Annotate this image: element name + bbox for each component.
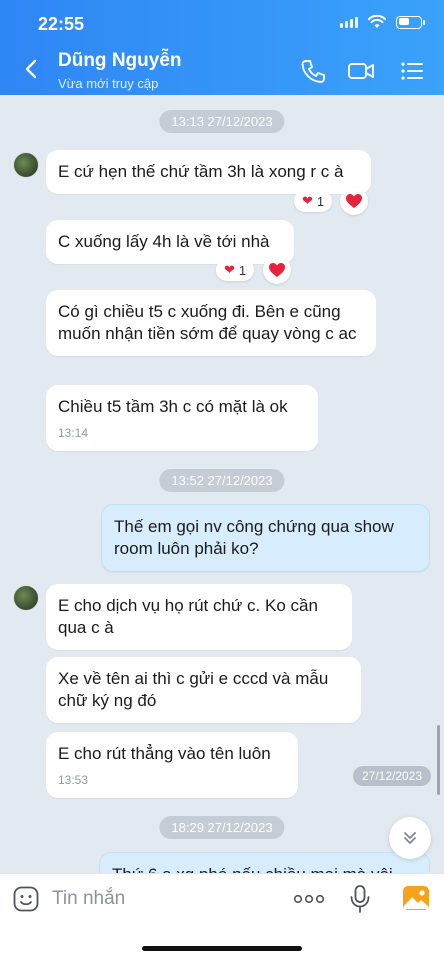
my-message-bubble[interactable]: Thứ 6 a xg phé nếu chiều mai mà vội xyxy=(99,852,430,873)
message-text: Thế em gọi nv công chứng qua show room l… xyxy=(114,517,394,558)
heart-icon xyxy=(346,194,362,208)
wifi-icon xyxy=(368,15,386,28)
message-text: E cho dịch vụ họ rút chứ c. Ko cần qua c… xyxy=(58,596,318,637)
heart-reaction-button[interactable] xyxy=(340,187,368,215)
chat-area[interactable]: 13:13 27/12/2023 E cứ hẹn thế chứ tầm 3h… xyxy=(0,95,444,873)
sticker-icon[interactable] xyxy=(12,885,40,913)
message-text: Chiều t5 tầm 3h c có mặt là ok xyxy=(58,397,288,416)
double-chevron-down-icon xyxy=(404,832,416,844)
input-bar: Tin nhắn xyxy=(0,873,444,960)
time-stamp: 18:29 27/12/2023 xyxy=(159,816,285,839)
video-camera-icon[interactable] xyxy=(347,58,375,84)
heart-icon: ❤ xyxy=(302,193,313,208)
message-bubble[interactable]: Có gì chiều t5 c xuống đi. Bên e cũng mu… xyxy=(46,290,376,356)
message-bubble[interactable]: Chiều t5 tầm 3h c có mặt là ok 13:14 xyxy=(46,385,318,451)
phone-icon[interactable] xyxy=(300,58,326,84)
message-text: Xe về tên ai thì c gửi e cccd và mẫu chữ… xyxy=(58,669,329,710)
message-bubble[interactable]: E cho rút thẳng vào tên luôn 13:53 xyxy=(46,732,298,798)
battery-icon xyxy=(396,15,425,29)
reaction-summary[interactable]: ❤ 1 xyxy=(294,190,333,212)
time-stamp: 13:13 27/12/2023 xyxy=(159,110,285,133)
message-bubble[interactable]: Xe về tên ai thì c gửi e cccd và mẫu chữ… xyxy=(46,657,361,723)
message-text: Thứ 6 a xg phé nếu chiều mai mà vội xyxy=(112,865,393,873)
message-text: E cứ hẹn thế chứ tầm 3h là xong r c à xyxy=(58,162,344,181)
time-stamp: 13:52 27/12/2023 xyxy=(159,469,285,492)
message-bubble[interactable]: C xuống lấy 4h là về tới nhà xyxy=(46,220,294,264)
more-icon[interactable] xyxy=(293,894,325,904)
header-bar: 22:55 Dũng Nguyễn Vừa mới truy cập xyxy=(0,0,444,95)
message-text: C xuống lấy 4h là về tới nhà xyxy=(58,232,270,251)
signal-icon xyxy=(340,16,358,28)
message-text: Có gì chiều t5 c xuống đi. Bên e cũng mu… xyxy=(58,302,357,343)
image-icon[interactable] xyxy=(402,885,430,911)
contact-name[interactable]: Dũng Nguyễn xyxy=(58,50,182,72)
scroll-down-button[interactable] xyxy=(389,817,431,859)
message-time: 13:14 xyxy=(58,426,89,440)
heart-icon: ❤ xyxy=(224,262,235,277)
reaction-count: 1 xyxy=(316,193,325,209)
date-pill: 27/12/2023 xyxy=(353,766,432,786)
message-bubble[interactable]: E cứ hẹn thế chứ tầm 3h là xong r c à xyxy=(46,150,371,194)
heart-icon xyxy=(269,263,285,277)
avatar[interactable] xyxy=(13,585,39,611)
my-message-bubble[interactable]: Thế em gọi nv công chứng qua show room l… xyxy=(101,504,430,572)
home-indicator xyxy=(142,946,302,951)
contact-status: Vừa mới truy cập xyxy=(58,76,159,91)
message-time: 13:53 xyxy=(58,773,89,787)
list-icon[interactable] xyxy=(399,58,425,84)
avatar[interactable] xyxy=(13,152,39,178)
message-text: E cho rút thẳng vào tên luôn xyxy=(58,744,271,763)
reaction-count: 1 xyxy=(238,262,247,278)
chevron-left-icon[interactable] xyxy=(20,57,44,81)
microphone-icon[interactable] xyxy=(349,884,371,914)
reaction-summary[interactable]: ❤ 1 xyxy=(216,259,255,281)
status-icons xyxy=(340,15,425,29)
scrollbar[interactable] xyxy=(437,725,440,795)
heart-reaction-button[interactable] xyxy=(263,256,291,284)
message-input[interactable]: Tin nhắn xyxy=(52,888,125,910)
status-time: 22:55 xyxy=(38,14,85,34)
message-bubble[interactable]: E cho dịch vụ họ rút chứ c. Ko cần qua c… xyxy=(46,584,352,650)
